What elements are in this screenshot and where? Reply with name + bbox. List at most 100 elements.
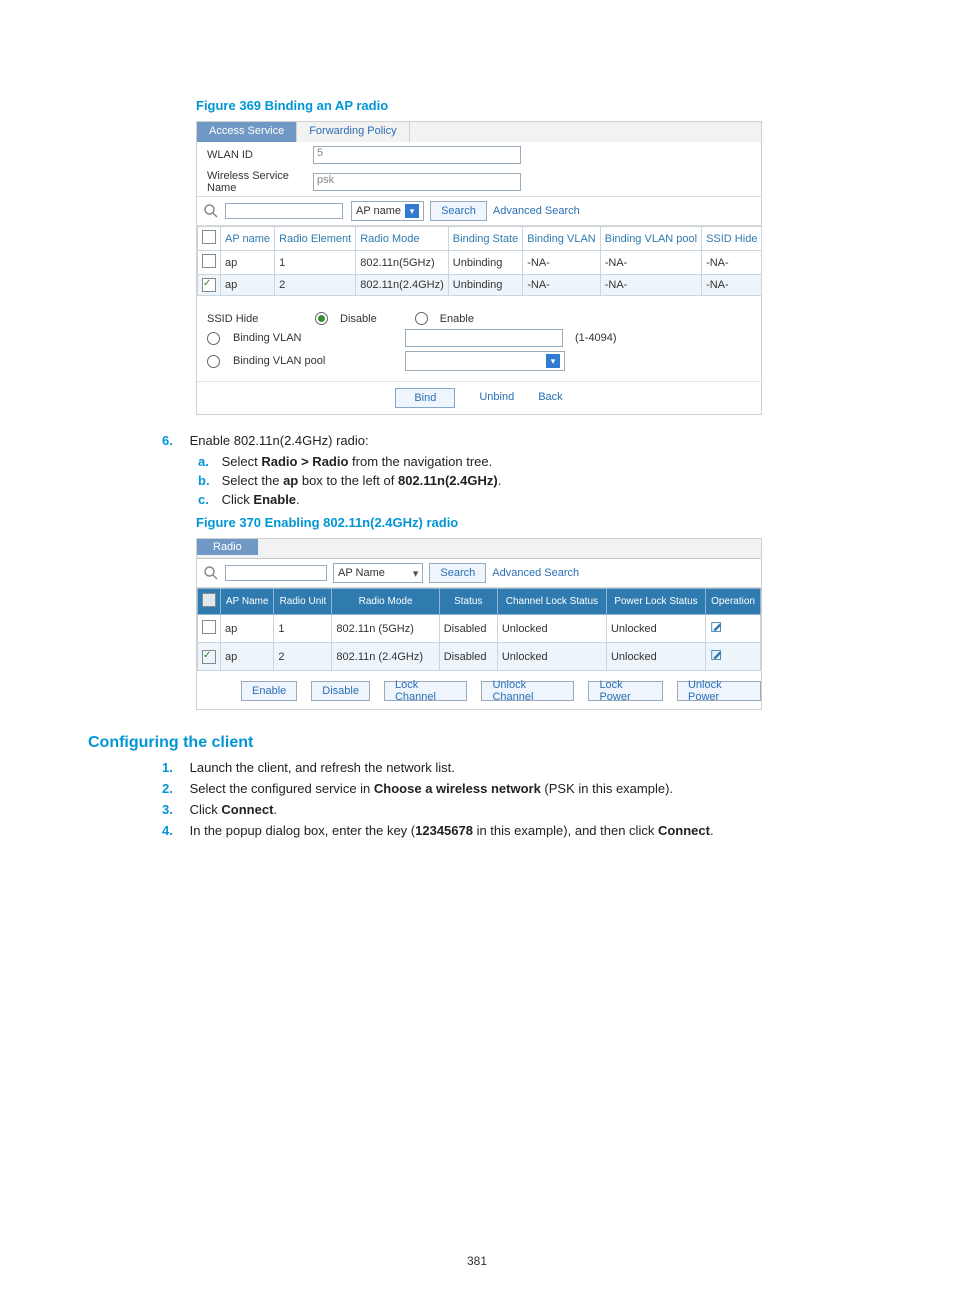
col-binding-state[interactable]: Binding State: [448, 227, 522, 251]
search-input[interactable]: [225, 565, 327, 581]
cell: 802.11n(2.4GHz): [356, 275, 449, 296]
wlan-id-field[interactable]: 5: [313, 146, 521, 164]
filter-field-select[interactable]: AP name ▾: [351, 201, 424, 221]
binding-vlan-pool-radio[interactable]: [207, 355, 220, 368]
col-radio-mode[interactable]: Radio Mode: [356, 227, 449, 251]
bold-text: 802.11n(2.4GHz): [398, 473, 498, 488]
cell: 802.11n (5GHz): [332, 615, 439, 643]
cell: Unlocked: [606, 643, 705, 671]
ssid-hide-disable-radio[interactable]: [315, 312, 328, 325]
col-ap-name[interactable]: AP Name: [221, 589, 274, 615]
page-number: 381: [0, 1254, 954, 1268]
step-6c: c. Click Enable.: [198, 492, 866, 507]
search-input[interactable]: [225, 203, 343, 219]
text: Click: [222, 492, 254, 507]
ssid-hide-enable-radio[interactable]: [415, 312, 428, 325]
bold-text: Connect: [658, 823, 710, 838]
table-row: ap 2 802.11n(2.4GHz) Unbinding -NA- -NA-…: [198, 275, 762, 296]
unlock-power-button[interactable]: Unlock Power: [677, 681, 761, 701]
lock-channel-button[interactable]: Lock Channel: [384, 681, 468, 701]
binding-vlan-input[interactable]: [405, 329, 563, 347]
enable-button[interactable]: Enable: [241, 681, 297, 701]
figure-369-screenshot: Access Service Forwarding Policy WLAN ID…: [196, 121, 762, 415]
search-button[interactable]: Search: [429, 563, 486, 583]
substep-letter: a.: [198, 454, 218, 469]
binding-vlan-radio[interactable]: [207, 332, 220, 345]
figure-370-screenshot: Radio AP Name ▾ Search Advanced Search A…: [196, 538, 762, 710]
bold-text: ap: [283, 473, 298, 488]
cell: -NA-: [702, 251, 762, 275]
col-channel-lock[interactable]: Channel Lock Status: [497, 589, 606, 615]
binding-vlan-label: Binding VLAN: [233, 332, 393, 344]
lock-power-button[interactable]: Lock Power: [588, 681, 663, 701]
cell: 802.11n(5GHz): [356, 251, 449, 275]
table-row: ap 2 802.11n (2.4GHz) Disabled Unlocked …: [198, 643, 761, 671]
tab-radio[interactable]: Radio: [197, 539, 258, 555]
select-all-checkbox[interactable]: [202, 593, 216, 607]
col-radio-element[interactable]: Radio Element: [275, 227, 356, 251]
unlock-channel-button[interactable]: Unlock Channel: [481, 681, 574, 701]
section-heading-configuring-client: Configuring the client: [88, 734, 866, 752]
step-number: 1.: [162, 760, 186, 775]
cell: ap: [221, 643, 274, 671]
step-6: 6. Enable 802.11n(2.4GHz) radio:: [162, 433, 866, 448]
step-number: 6.: [162, 433, 186, 448]
cell: Unlocked: [606, 615, 705, 643]
substep-letter: c.: [198, 492, 218, 507]
cell: ap: [221, 275, 275, 296]
binding-vlan-range: (1-4094): [575, 332, 617, 344]
col-status[interactable]: Status: [439, 589, 497, 615]
row-checkbox[interactable]: [202, 278, 216, 292]
col-radio-mode[interactable]: Radio Mode: [332, 589, 439, 615]
ssid-hide-enable-label: Enable: [440, 313, 474, 325]
row-checkbox[interactable]: [202, 650, 216, 664]
select-all-checkbox[interactable]: [202, 230, 216, 244]
text: (PSK in this example).: [541, 781, 673, 796]
table-row: ap 1 802.11n(5GHz) Unbinding -NA- -NA- -…: [198, 251, 762, 275]
col-binding-vlan[interactable]: Binding VLAN: [523, 227, 601, 251]
cell: 2: [275, 275, 356, 296]
client-step-2: 2. Select the configured service in Choo…: [162, 781, 866, 796]
cell: -NA-: [523, 251, 601, 275]
col-ap-name[interactable]: AP name: [221, 227, 275, 251]
advanced-search-link[interactable]: Advanced Search: [493, 205, 580, 217]
cell: Disabled: [439, 643, 497, 671]
unbind-button[interactable]: Unbind: [479, 388, 514, 408]
row-checkbox[interactable]: [202, 620, 216, 634]
cell: Unlocked: [497, 643, 606, 671]
col-ssid-hide[interactable]: SSID Hide: [702, 227, 762, 251]
search-button[interactable]: Search: [430, 201, 487, 221]
bold-text: 12345678: [415, 823, 473, 838]
binding-vlan-pool-select[interactable]: ▾: [405, 351, 565, 371]
client-step-3: 3. Click Connect.: [162, 802, 866, 817]
row-checkbox[interactable]: [202, 254, 216, 268]
col-power-lock[interactable]: Power Lock Status: [606, 589, 705, 615]
cell: 1: [274, 615, 332, 643]
bind-button[interactable]: Bind: [395, 388, 455, 408]
cell: 802.11n (2.4GHz): [332, 643, 439, 671]
text: .: [710, 823, 714, 838]
disable-button[interactable]: Disable: [311, 681, 370, 701]
text: Select the: [222, 473, 283, 488]
text: .: [296, 492, 300, 507]
tab-forwarding-policy[interactable]: Forwarding Policy: [297, 122, 409, 142]
filter-field-select[interactable]: AP Name ▾: [333, 563, 423, 583]
advanced-search-link[interactable]: Advanced Search: [492, 567, 579, 579]
service-name-field[interactable]: psk: [313, 173, 521, 191]
filter-field-value: AP Name: [338, 567, 385, 579]
cell: 1: [275, 251, 356, 275]
text: .: [498, 473, 502, 488]
cell: -NA-: [523, 275, 601, 296]
cell: Unbinding: [448, 251, 522, 275]
col-operation[interactable]: Operation: [706, 589, 761, 615]
col-binding-vlan-pool[interactable]: Binding VLAN pool: [600, 227, 701, 251]
search-icon: [203, 565, 219, 581]
edit-icon[interactable]: [710, 648, 724, 662]
text: box to the left of: [298, 473, 398, 488]
edit-icon[interactable]: [710, 620, 724, 634]
cell: 2: [274, 643, 332, 671]
step-6a: a. Select Radio > Radio from the navigat…: [198, 454, 866, 469]
back-button[interactable]: Back: [538, 388, 562, 408]
col-radio-unit[interactable]: Radio Unit: [274, 589, 332, 615]
tab-access-service[interactable]: Access Service: [197, 122, 297, 142]
